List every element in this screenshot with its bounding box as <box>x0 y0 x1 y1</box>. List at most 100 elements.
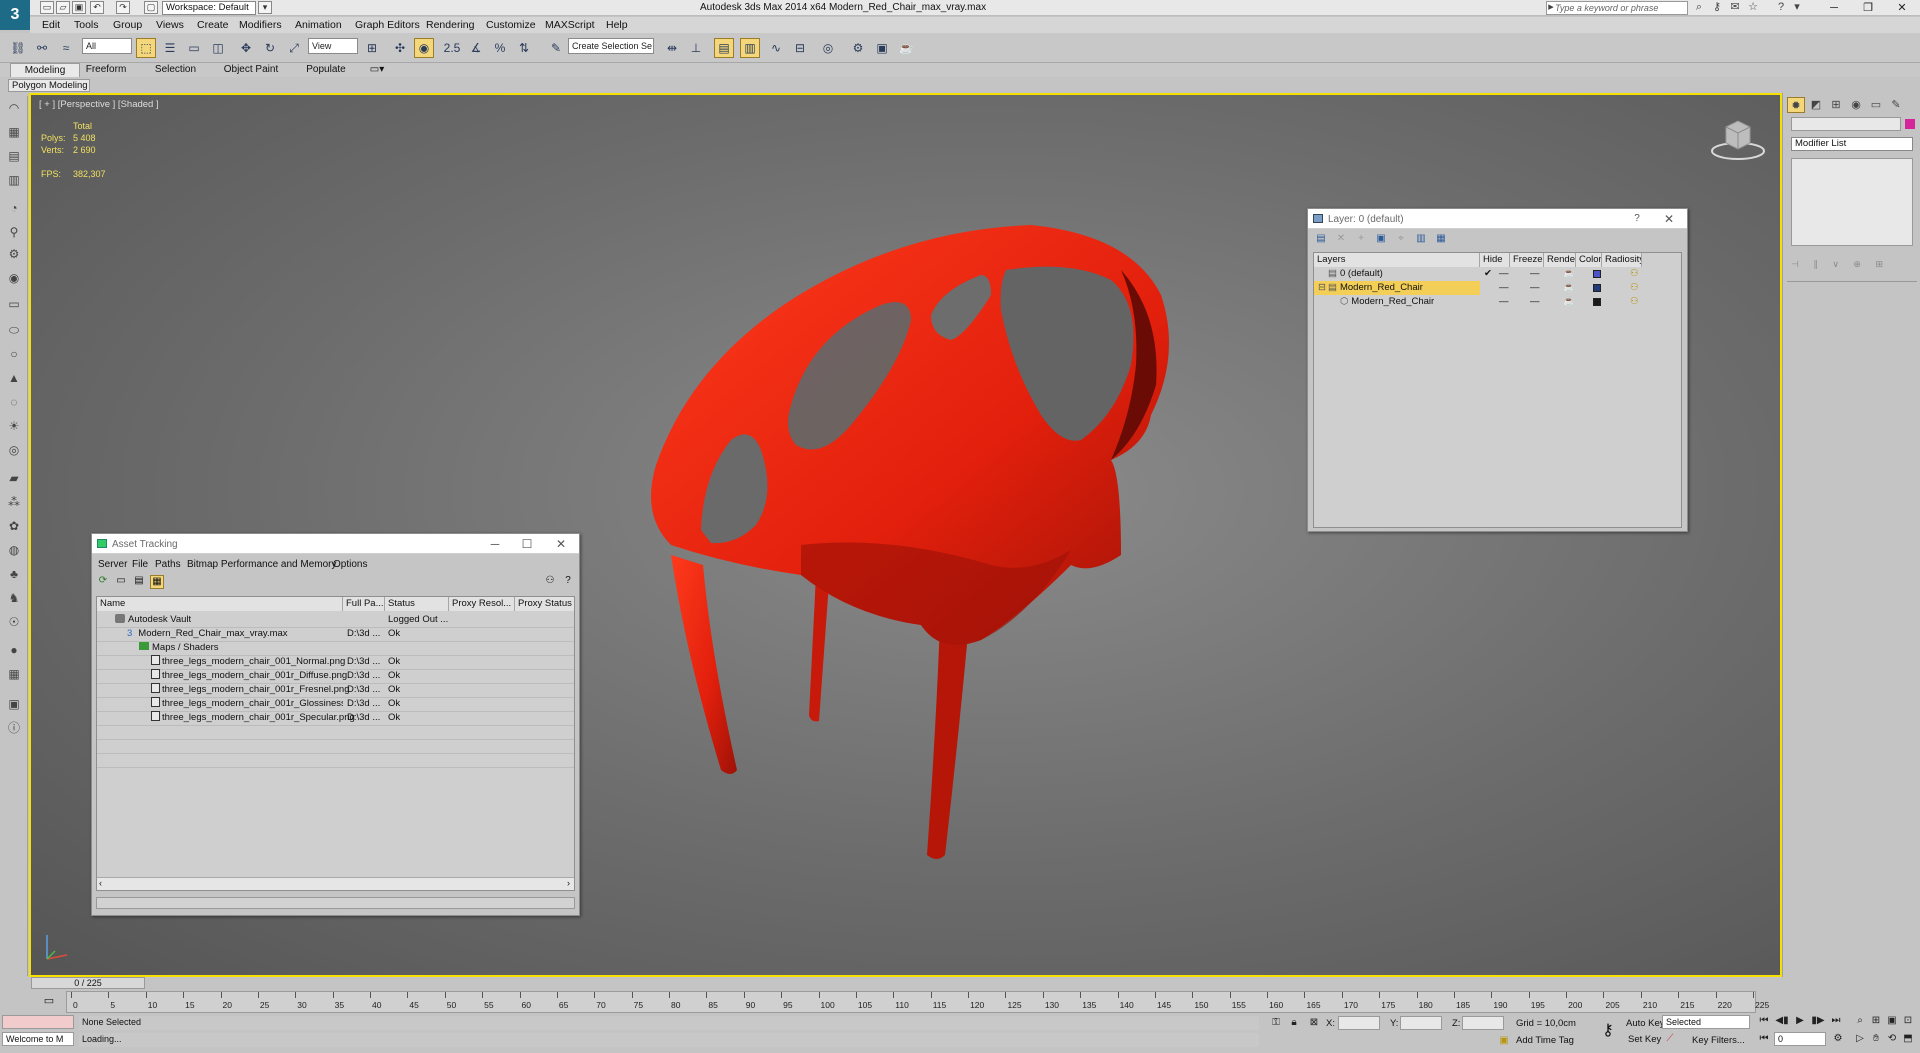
next-frame-icon[interactable]: ▮▶︎ <box>1810 1014 1826 1028</box>
time-configuration-icon[interactable]: ⚙ <box>1830 1032 1846 1046</box>
z-coordinate-input[interactable] <box>1462 1016 1504 1030</box>
workspace-dropdown[interactable]: Workspace: Default <box>162 1 256 15</box>
save-file-icon[interactable]: ▣ <box>72 1 86 14</box>
snaps-toggle-icon[interactable]: 2.5 <box>442 38 462 58</box>
column-header-name[interactable]: Name <box>97 597 343 611</box>
auto-key-button[interactable]: Auto Key <box>1626 1018 1665 1029</box>
help-icon[interactable]: ? <box>1625 211 1649 227</box>
curve-editor-icon[interactable]: ∿ <box>766 38 786 58</box>
tree-view-icon[interactable]: ▤ <box>132 575 146 589</box>
bind-to-space-warp-icon[interactable]: ≈ <box>56 38 76 58</box>
layer-row[interactable]: ▤ Modern_Red_Chair <box>1328 281 1478 295</box>
modifier-list-dropdown[interactable]: Modifier List <box>1791 137 1913 151</box>
stack-controls[interactable]: ⊣ ∥ ∨ ⊕ ⊞ <box>1791 259 1913 271</box>
table-row[interactable]: three_legs_modern_chair_001r_Diffuse.png <box>151 669 347 683</box>
radiosity-icon[interactable]: ⚇ <box>1630 295 1639 309</box>
sun-light-icon[interactable]: ☀ <box>5 418 23 434</box>
info-icon[interactable]: ⓘ <box>5 720 23 736</box>
select-and-move-icon[interactable]: ✥ <box>236 38 256 58</box>
menu-edit[interactable]: Edit <box>42 19 60 31</box>
help-icon[interactable]: ? <box>1774 1 1788 14</box>
asset-tracking-titlebar[interactable]: Asset Tracking ─ ☐ ✕ <box>92 534 579 554</box>
column-header-render[interactable]: Render <box>1544 253 1576 267</box>
edit-named-selection-icon[interactable]: ✎ <box>546 38 566 58</box>
tab-modeling[interactable]: Modeling <box>10 63 80 77</box>
select-and-rotate-icon[interactable]: ↻ <box>260 38 280 58</box>
table-row[interactable]: Maps / Shaders <box>139 641 219 655</box>
radiosity-icon[interactable]: ⚇ <box>1630 281 1639 295</box>
foliage-icon[interactable]: ✿ <box>5 518 23 534</box>
grid-icon[interactable]: ▦ <box>5 666 23 682</box>
torus-primitive-icon[interactable]: ◌ <box>5 394 23 410</box>
render-production-icon[interactable]: ☕ <box>896 38 916 58</box>
lights-tool-icon[interactable]: ⚲ <box>5 224 23 240</box>
menu-help[interactable]: Help <box>606 19 628 31</box>
scroll-right-icon[interactable]: › <box>567 878 570 888</box>
modifier-stack[interactable] <box>1791 158 1913 246</box>
communication-center-icon[interactable]: ✉ <box>1728 1 1742 14</box>
ribbon-options-icon[interactable]: ▭▾ <box>366 63 388 77</box>
layer-row[interactable]: ⬡ Modern_Red_Chair <box>1340 295 1480 309</box>
polygon-modeling-panel[interactable]: Polygon Modeling <box>8 79 90 92</box>
layer-manager-icon[interactable]: ▤ <box>714 38 734 58</box>
rendered-frame-window-icon[interactable]: ▣ <box>872 38 892 58</box>
render-teapot-icon[interactable]: ☕ <box>1563 281 1575 295</box>
material-editor-icon[interactable]: ◎ <box>818 38 838 58</box>
utilities-tab-icon[interactable]: ✎ <box>1887 97 1905 113</box>
freeze-unfreeze-all-icon[interactable]: ▦ <box>1434 233 1448 247</box>
graphite-toolbox-icon[interactable]: ▥ <box>740 38 760 58</box>
sphere-icon[interactable]: ● <box>5 642 23 658</box>
scroll-left-icon[interactable]: ‹ <box>99 878 102 888</box>
layer-manager-titlebar[interactable]: Layer: 0 (default) ? ✕ <box>1308 209 1687 229</box>
mirror-icon[interactable]: ⇹ <box>662 38 682 58</box>
highlight-selected-icon[interactable]: ⌖ <box>1394 233 1408 247</box>
close-icon[interactable]: ✕ <box>549 536 573 552</box>
sphere-primitive-icon[interactable]: ⬭ <box>5 322 23 338</box>
set-key-icon[interactable]: ⚷ <box>1594 1017 1622 1045</box>
hide-toggle[interactable]: — <box>1499 295 1509 309</box>
play-icon[interactable]: ▶︎ <box>1792 1014 1808 1028</box>
current-frame-input[interactable]: 0 <box>1774 1032 1826 1046</box>
new-file-icon[interactable]: ▭ <box>40 1 54 14</box>
helpers-tool-icon[interactable]: ◉ <box>5 270 23 286</box>
menu-file[interactable]: File <box>132 559 148 570</box>
cylinder-primitive-icon[interactable]: ○ <box>5 346 23 362</box>
menu-graph-editors[interactable]: Graph Editors <box>355 19 420 31</box>
binoculars-icon[interactable]: ⌕ <box>1692 1 1706 14</box>
refresh-icon[interactable]: ⟳ <box>96 575 110 589</box>
table-row[interactable]: three_legs_modern_chair_001r_Fresnel.png <box>151 683 349 697</box>
workspace-dropdown-arrow-icon[interactable]: ▾ <box>258 1 272 14</box>
create-layer-icon[interactable]: ▤ <box>1314 233 1328 247</box>
freeze-toggle[interactable]: — <box>1530 281 1540 295</box>
maximize-icon[interactable]: ☐ <box>515 536 539 552</box>
key-mode-dropdown[interactable]: Selected <box>1662 1015 1750 1029</box>
lock-icon[interactable]: 🔒︎ <box>1286 1016 1302 1030</box>
plant-icon[interactable]: ♣ <box>5 566 23 582</box>
stairs-icon[interactable]: ▰ <box>5 470 23 486</box>
align-icon[interactable]: ⊥ <box>686 38 706 58</box>
restore-window-icon[interactable]: ❐ <box>1854 0 1882 16</box>
menu-group[interactable]: Group <box>113 19 142 31</box>
menu-rendering[interactable]: Rendering <box>426 19 474 31</box>
column-header-hide[interactable]: Hide <box>1480 253 1510 267</box>
menu-maxscript[interactable]: MAXScript <box>545 19 595 31</box>
expand-collapse-icon[interactable]: ⊟ <box>1318 281 1326 295</box>
display-tab-icon[interactable]: ▭ <box>1867 97 1885 113</box>
select-object-icon[interactable]: ⬚ <box>136 38 156 58</box>
table-view-icon[interactable]: ▦ <box>150 575 164 589</box>
time-slider[interactable]: 0 / 225 <box>31 977 145 989</box>
key-filters-button[interactable]: Key Filters... <box>1692 1035 1745 1046</box>
close-window-icon[interactable]: ✕ <box>1888 0 1916 16</box>
open-file-icon[interactable]: ▱ <box>56 1 70 14</box>
column-header-radiosity[interactable]: Radiosity <box>1602 253 1642 267</box>
edit-tool-icon[interactable]: ▦ <box>5 124 23 140</box>
menu-server[interactable]: Server <box>98 559 127 570</box>
menu-customize[interactable]: Customize <box>486 19 536 31</box>
object-color-swatch[interactable] <box>1905 119 1915 129</box>
select-objects-in-layer-icon[interactable]: ▣ <box>1374 233 1388 247</box>
particles-icon[interactable]: ⁂ <box>5 494 23 510</box>
freeze-toggle[interactable]: — <box>1530 267 1540 281</box>
select-and-manipulate-icon[interactable]: ✣ <box>390 38 410 58</box>
track-bar[interactable]: 0 5 10 15 20 25 30 35 40 45 50 55 60 65 70 75 80 85 90 95 10… <box>66 991 1769 1013</box>
orbit-icon[interactable]: ⟲ <box>1884 1032 1900 1046</box>
